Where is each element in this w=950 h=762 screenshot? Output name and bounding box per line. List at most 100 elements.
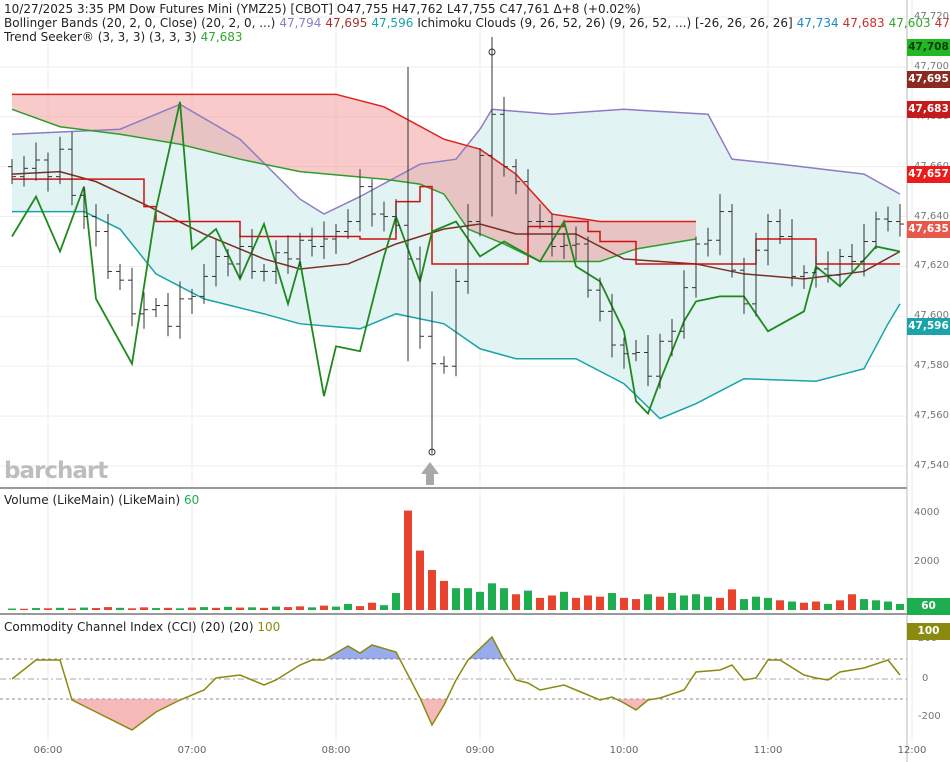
- time-tick: 06:00: [33, 745, 63, 756]
- volume-bar: [368, 602, 376, 610]
- ohlc-bar: [164, 293, 172, 337]
- bollinger-legend[interactable]: Bollinger Bands (20, 2, 0, Close) (20, 2…: [4, 16, 950, 30]
- price-tick: 47,560: [914, 410, 949, 422]
- volume-bar: [224, 606, 232, 610]
- ichimoku-value-1: 47,734: [796, 16, 839, 30]
- bb-lower-value: 47,596: [371, 16, 414, 30]
- volume-bar: [512, 594, 520, 610]
- volume-bar: [284, 607, 292, 610]
- price-tick: 47,540: [914, 460, 949, 471]
- volume-bar: [440, 580, 448, 610]
- time-tick: 10:00: [609, 745, 639, 756]
- cci-legend[interactable]: Commodity Channel Index (CCI) (20) (20) …: [4, 620, 280, 634]
- volume-bar: [752, 596, 760, 610]
- volume-bar: [308, 607, 316, 610]
- volume-bar: [164, 607, 172, 610]
- volume-bar: [572, 597, 580, 610]
- volume-bar: [200, 607, 208, 610]
- volume-bar: [836, 600, 844, 610]
- time-tick: 11:00: [753, 745, 783, 756]
- volume-bar: [788, 601, 796, 610]
- price-tick: 47,580: [914, 360, 949, 372]
- volume-bar: [872, 600, 880, 610]
- volume-bar: [776, 600, 784, 610]
- volume-bar: [392, 593, 400, 610]
- cci-tick: 0: [922, 673, 929, 684]
- time-tick: 08:00: [321, 745, 351, 756]
- ohlc-bar: [116, 263, 124, 291]
- up-arrow-icon[interactable]: [421, 462, 439, 485]
- volume-bar: [488, 583, 496, 610]
- bb-mid-value: 47,695: [325, 16, 368, 30]
- volume-bar: [848, 594, 856, 610]
- volume-bar: [716, 597, 724, 610]
- volume-bar: [140, 607, 148, 610]
- cci-title: Commodity Channel Index (CCI) (20) (20): [4, 620, 254, 634]
- volume-bar: [128, 608, 136, 610]
- volume-bar: [764, 597, 772, 610]
- bb-upper-value: 47,794: [279, 16, 322, 30]
- cci-tick: -200: [918, 711, 941, 722]
- price-badge: 47,683: [907, 101, 950, 119]
- cci-oversold-fill: [12, 699, 900, 730]
- trend-seeker-legend[interactable]: Trend Seeker® (3, 3, 3) (3, 3, 3) 47,683: [4, 30, 247, 44]
- volume-bar: [884, 601, 892, 610]
- volume-legend[interactable]: Volume (LikeMain) (LikeMain) 60: [4, 493, 199, 507]
- volume-bar: [800, 602, 808, 610]
- volume-bar: [20, 608, 28, 610]
- ichimoku-value-2: 47,683: [842, 16, 885, 30]
- volume-bar: [212, 607, 220, 610]
- ohlc-bar: [440, 356, 448, 374]
- volume-bar: [452, 588, 460, 610]
- volume-bar: [188, 607, 196, 610]
- cci-plot: [0, 635, 907, 731]
- chart-canvas[interactable]: [0, 0, 950, 762]
- price-tick: 47,700: [914, 60, 949, 72]
- volume-bar: [176, 608, 184, 610]
- cci-value: 100: [257, 620, 281, 634]
- cci-overbought-fill: [12, 637, 900, 659]
- volume-bar: [32, 608, 40, 610]
- volume-bar: [404, 510, 412, 610]
- volume-bar: [692, 594, 700, 610]
- volume-bar: [824, 603, 832, 610]
- volume-bar: [464, 588, 472, 610]
- volume-bar: [668, 593, 676, 610]
- volume-bar: [548, 595, 556, 610]
- volume-bar: [356, 606, 364, 610]
- volume-bar: [248, 607, 256, 610]
- volume-bars: [8, 510, 904, 610]
- time-tick: 09:00: [465, 745, 495, 756]
- bollinger-label: Bollinger Bands (20, 2, 0, Close) (20, 2…: [4, 16, 276, 30]
- volume-tick: 4000: [914, 507, 940, 518]
- volume-bar: [344, 603, 352, 610]
- ichimoku-label: Ichimoku Clouds (9, 26, 52, 26) (9, 26, …: [417, 16, 793, 30]
- volume-bar: [80, 607, 88, 610]
- volume-bar: [260, 607, 268, 610]
- volume-bar: [740, 599, 748, 610]
- ohlc-bar: [128, 267, 136, 327]
- volume-bar: [476, 591, 484, 610]
- volume-bar: [524, 590, 532, 610]
- cci-badge: 100: [907, 623, 950, 640]
- volume-bar: [704, 596, 712, 610]
- trend-seeker-label: Trend Seeker® (3, 3, 3) (3, 3, 3): [4, 30, 197, 44]
- volume-bar: [500, 588, 508, 610]
- price-badge: 47,695: [907, 71, 950, 89]
- volume-bar: [296, 606, 304, 610]
- ohlc-bar: [140, 292, 148, 329]
- barchart-logo: barchart: [4, 458, 108, 484]
- price-tick: 47,720: [914, 11, 949, 22]
- volume-bar: [860, 599, 868, 610]
- volume-bar: [380, 605, 388, 610]
- volume-bar: [620, 597, 628, 610]
- volume-tick: 2000: [914, 556, 940, 567]
- volume-bar: [632, 599, 640, 610]
- volume-badge: 60: [907, 598, 950, 615]
- volume-bar: [332, 606, 340, 610]
- volume-bar: [272, 606, 280, 610]
- price-tick: 47,640: [914, 210, 949, 222]
- volume-bar: [536, 597, 544, 610]
- volume-bar: [416, 550, 424, 610]
- volume-title: Volume (LikeMain) (LikeMain): [4, 493, 181, 507]
